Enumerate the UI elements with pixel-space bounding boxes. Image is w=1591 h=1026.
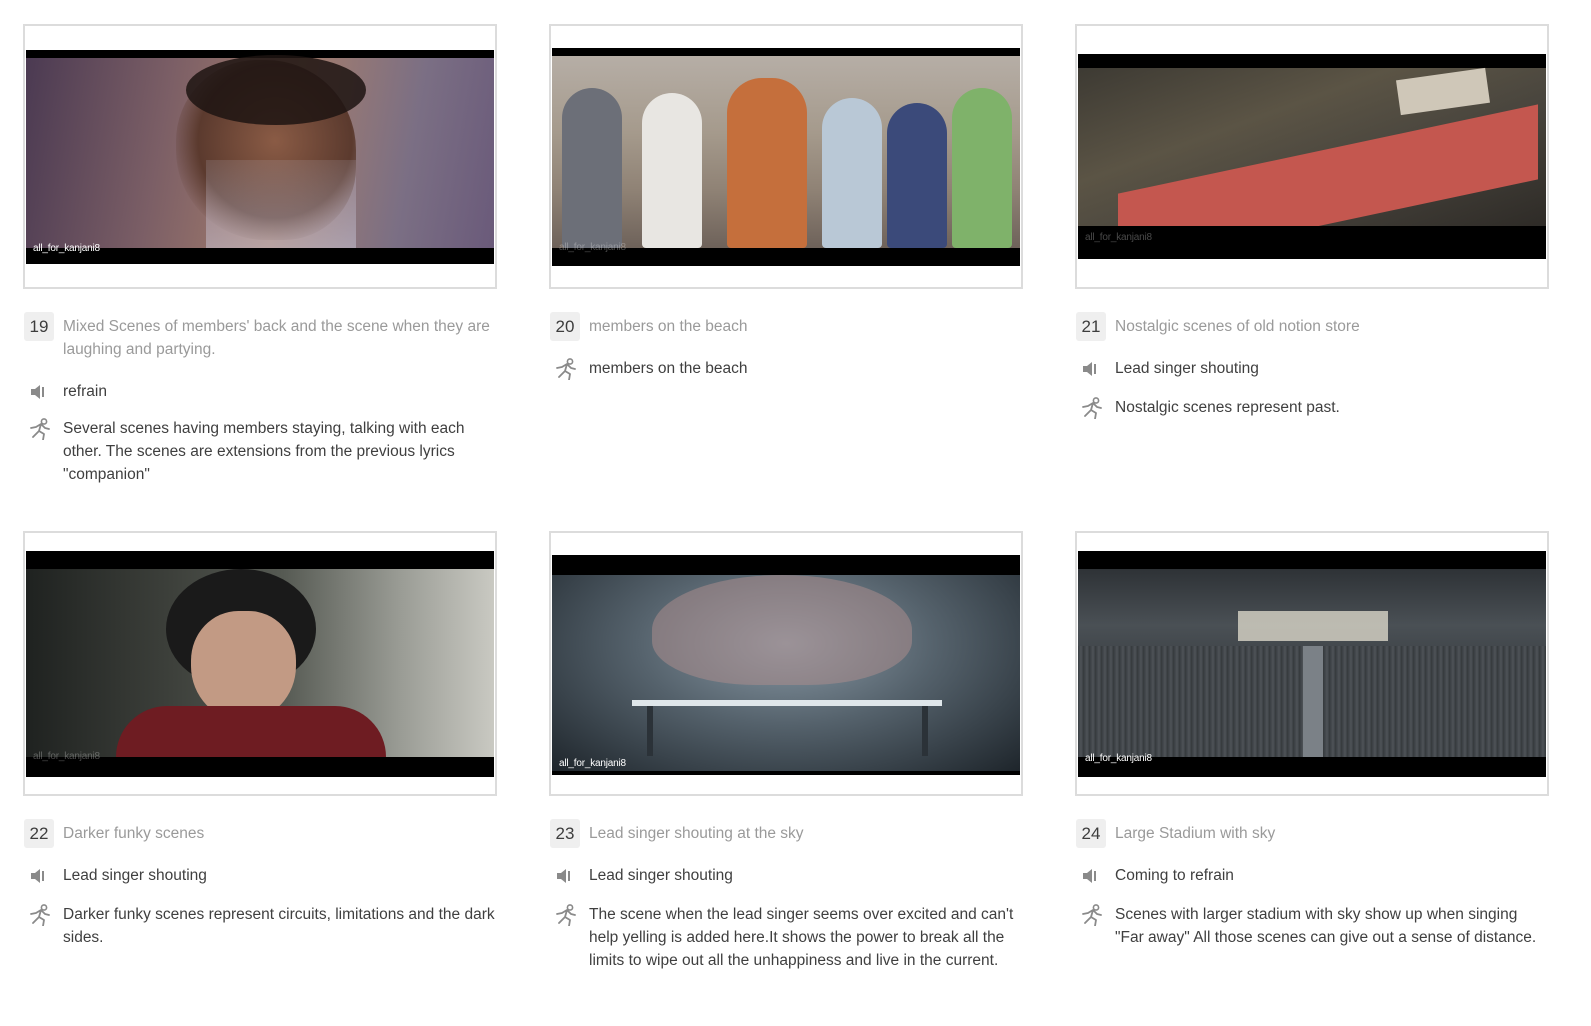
watermark: all_for_kanjani8: [559, 758, 626, 769]
scene-image: all_for_kanjani8: [26, 50, 494, 264]
storyboard-panel-19: all_for_kanjani8 19 Mixed Scenes of memb…: [23, 24, 497, 494]
speaker-icon: [31, 869, 44, 883]
audio-text: Lead singer shouting: [63, 867, 207, 884]
scene-image: all_for_kanjani8: [1078, 551, 1546, 777]
scene-image: all_for_kanjani8: [552, 48, 1020, 266]
action-text: members on the beach: [589, 360, 748, 377]
frame-thumbnail[interactable]: all_for_kanjani8: [549, 531, 1023, 796]
frame-thumbnail[interactable]: all_for_kanjani8: [23, 24, 497, 289]
action-text: Several scenes having members staying, t…: [63, 420, 465, 483]
audio-text: Lead singer shouting: [1115, 360, 1259, 377]
scene-title: Darker funky scenes: [63, 825, 205, 842]
scene-title: members on the beach: [589, 318, 748, 335]
action-text: Scenes with larger stadium with sky show…: [1115, 906, 1537, 946]
frame-thumbnail[interactable]: all_for_kanjani8: [1075, 531, 1549, 796]
watermark: all_for_kanjani8: [33, 243, 100, 254]
action-text: The scene when the lead singer seems ove…: [589, 906, 1014, 969]
storyboard-panel-20: all_for_kanjani8 20 members on the beach…: [549, 24, 1023, 424]
running-person-icon: [556, 358, 576, 380]
frame-thumbnail[interactable]: all_for_kanjani8: [23, 531, 497, 796]
scene-number: 22: [24, 819, 54, 848]
frame-thumbnail[interactable]: all_for_kanjani8: [549, 24, 1023, 289]
scene-title: Mixed Scenes of members' back and the sc…: [63, 318, 490, 358]
scene-number: 19: [24, 312, 54, 341]
scene-image: all_for_kanjani8: [552, 555, 1020, 775]
scene-title: Lead singer shouting at the sky: [589, 825, 804, 842]
running-person-icon: [30, 418, 50, 440]
running-person-icon: [556, 904, 576, 926]
audio-text: Coming to refrain: [1115, 867, 1234, 884]
speaker-icon: [1083, 869, 1096, 883]
running-person-icon: [1082, 397, 1102, 419]
scene-number: 20: [550, 312, 580, 341]
frame-thumbnail[interactable]: all_for_kanjani8: [1075, 24, 1549, 289]
scene-title: Nostalgic scenes of old notion store: [1115, 318, 1360, 335]
storyboard-panel-21: all_for_kanjani8 21 Nostalgic scenes of …: [1075, 24, 1549, 424]
scene-title: Large Stadium with sky: [1115, 825, 1276, 842]
audio-text: Lead singer shouting: [589, 867, 733, 884]
speaker-icon: [1083, 362, 1096, 376]
watermark: all_for_kanjani8: [1085, 232, 1152, 243]
scene-number: 24: [1076, 819, 1106, 848]
storyboard-panel-24: all_for_kanjani8 24 Large Stadium with s…: [1075, 531, 1549, 981]
storyboard-panel-22: all_for_kanjani8 22 Darker funky scenes …: [23, 531, 497, 951]
speaker-icon: [31, 385, 44, 399]
watermark: all_for_kanjani8: [1085, 753, 1152, 764]
action-text: Nostalgic scenes represent past.: [1115, 399, 1340, 416]
storyboard-panel-23: all_for_kanjani8 23 Lead singer shouting…: [549, 531, 1023, 1001]
scene-number: 21: [1076, 312, 1106, 341]
speaker-icon: [557, 869, 570, 883]
running-person-icon: [1082, 904, 1102, 926]
scene-image: all_for_kanjani8: [1078, 54, 1546, 259]
watermark: all_for_kanjani8: [559, 242, 626, 253]
scene-number: 23: [550, 819, 580, 848]
audio-text: refrain: [63, 383, 107, 400]
action-text: Darker funky scenes represent circuits, …: [63, 906, 495, 946]
watermark: all_for_kanjani8: [33, 751, 100, 762]
running-person-icon: [30, 904, 50, 926]
scene-image: all_for_kanjani8: [26, 551, 494, 777]
